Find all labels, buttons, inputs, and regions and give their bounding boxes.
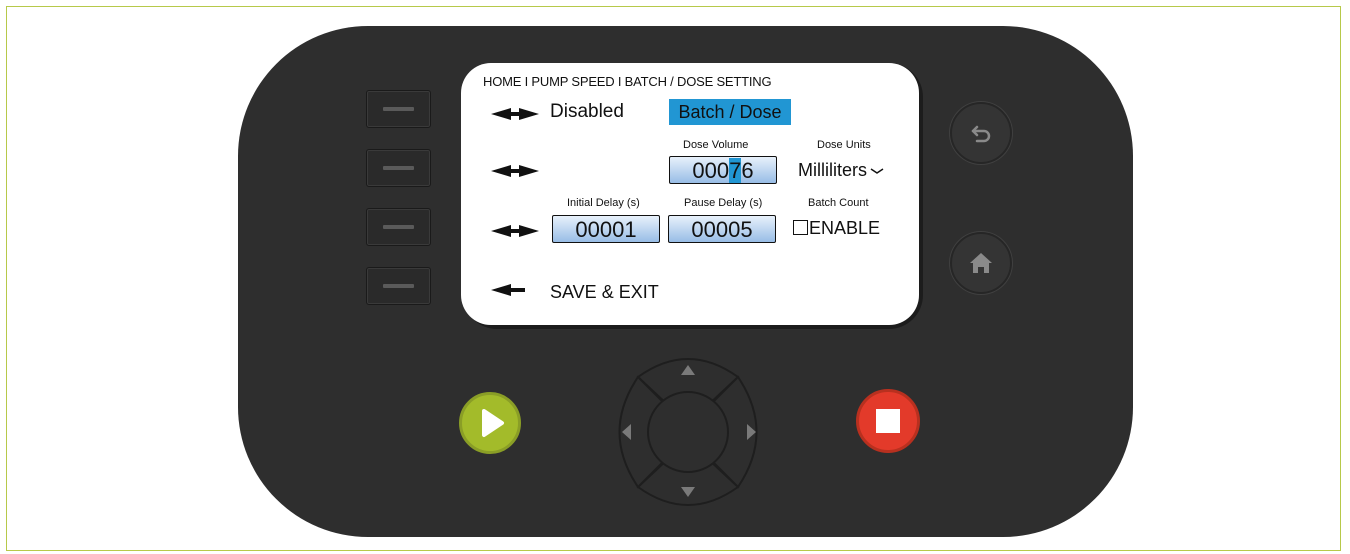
dose-volume-prefix: 000: [692, 158, 730, 183]
home-button[interactable]: [950, 232, 1012, 294]
dose-volume-suffix: 6: [741, 158, 754, 183]
softkey-4[interactable]: [366, 267, 431, 305]
pause-delay-field[interactable]: 00005: [668, 215, 776, 243]
softkey-bar-icon: [383, 166, 414, 170]
dose-volume-label: Dose Volume: [683, 139, 749, 151]
initial-delay-field[interactable]: 00001: [552, 215, 660, 243]
display-screen: HOME I PUMP SPEED I BATCH / DOSE SETTING…: [461, 63, 919, 325]
play-icon: [482, 409, 504, 437]
softkey-2[interactable]: [366, 149, 431, 187]
left-right-arrow-icon: [491, 165, 539, 177]
mode-option-disabled[interactable]: Disabled: [550, 101, 624, 123]
start-button[interactable]: [459, 392, 521, 454]
batch-count-label: Batch Count: [808, 197, 869, 209]
softkey-bar-icon: [383, 284, 414, 288]
back-button[interactable]: [950, 102, 1012, 164]
dose-units-label: Dose Units: [817, 139, 871, 151]
dose-units-value: Milliliters: [798, 160, 867, 180]
batch-count-checkbox-label: ENABLE: [809, 218, 881, 238]
dose-volume-cursor-digit: 7: [729, 158, 742, 183]
softkey-bar-icon: [383, 225, 414, 229]
home-icon: [970, 253, 992, 273]
left-arrow-icon: [491, 284, 525, 296]
back-arrow-icon: [971, 125, 991, 143]
stop-button[interactable]: [856, 389, 920, 453]
chevron-down-icon: [870, 168, 884, 175]
left-right-arrow-icon: [491, 225, 539, 237]
dose-units-select[interactable]: Milliliters: [798, 160, 884, 181]
initial-delay-label: Initial Delay (s): [567, 197, 640, 209]
dose-volume-field[interactable]: 00076: [669, 156, 777, 184]
stop-icon: [876, 409, 900, 433]
batch-count-enable[interactable]: ENABLE: [793, 218, 880, 239]
softkey-1[interactable]: [366, 90, 431, 128]
dpad-center-button[interactable]: [647, 391, 729, 473]
left-right-arrow-icon: [491, 108, 539, 120]
softkey-3[interactable]: [366, 208, 431, 246]
softkey-bar-icon: [383, 107, 414, 111]
pause-delay-label: Pause Delay (s): [684, 197, 763, 209]
directional-pad: [618, 358, 758, 506]
breadcrumb: HOME I PUMP SPEED I BATCH / DOSE SETTING: [483, 74, 772, 89]
mode-option-batch-dose-selected[interactable]: Batch / Dose: [669, 99, 791, 125]
save-exit-option[interactable]: SAVE & EXIT: [550, 282, 659, 303]
batch-count-checkbox[interactable]: [793, 220, 808, 235]
